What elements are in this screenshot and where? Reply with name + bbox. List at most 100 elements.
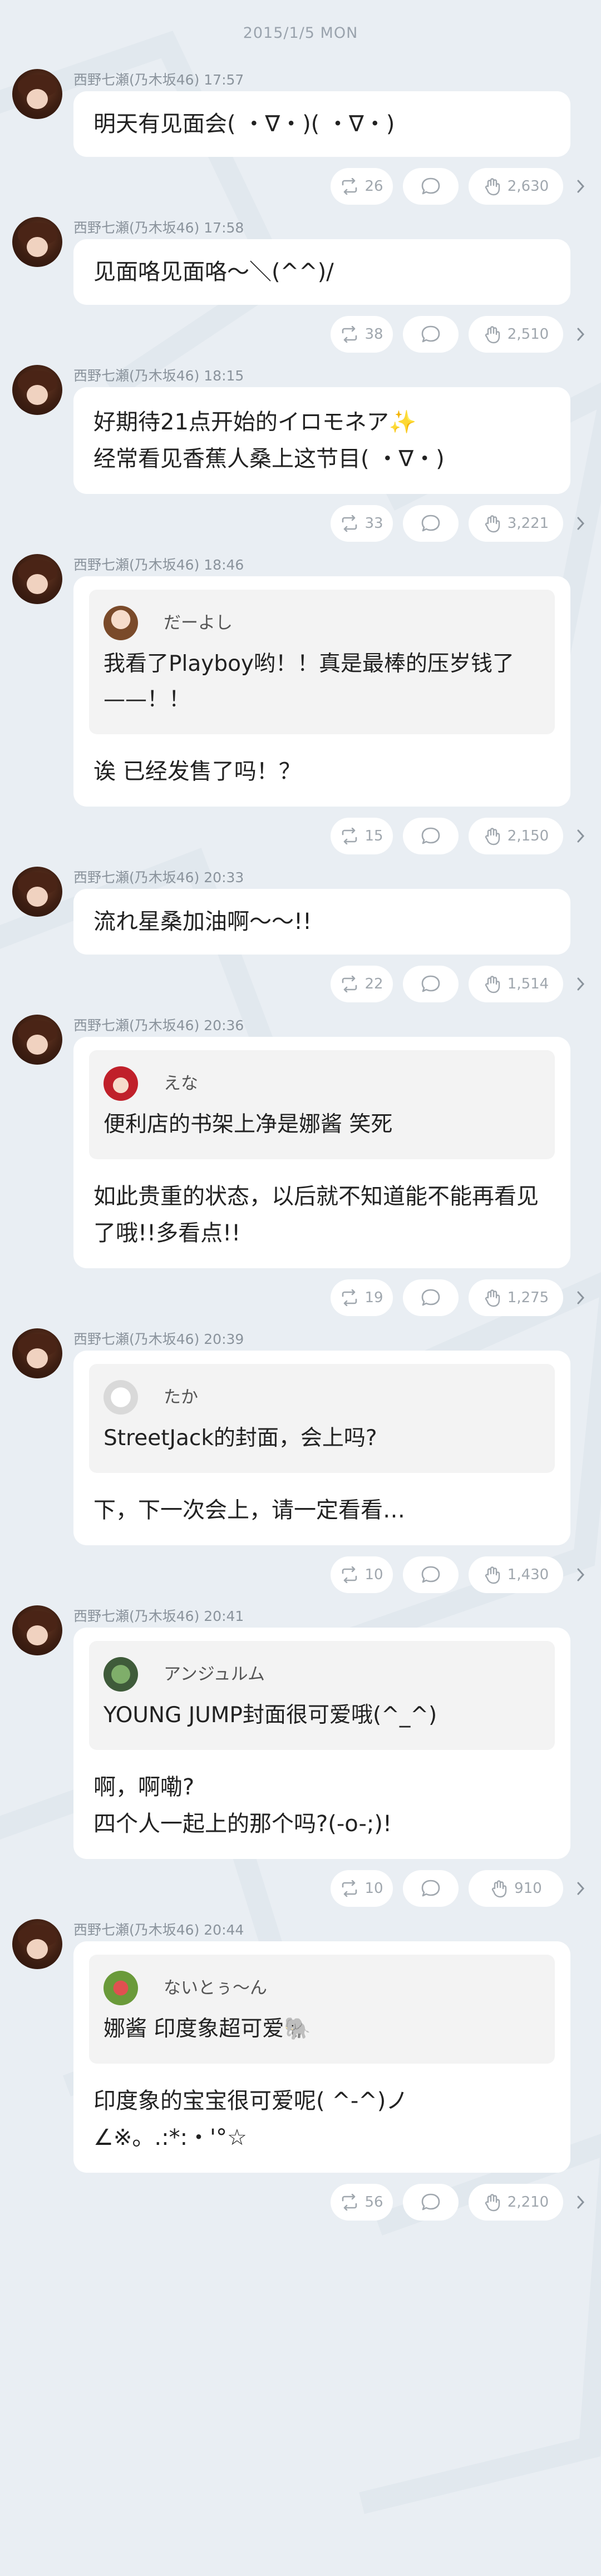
more-button[interactable] — [563, 505, 585, 542]
action-bar: 15 2,150 — [73, 817, 585, 856]
like-count: 2,510 — [507, 326, 549, 343]
chevron-right-icon — [577, 1882, 585, 1895]
retweet-count: 15 — [364, 828, 383, 844]
post-meta: 西野七瀬(乃木坂46) 20:33 — [73, 867, 601, 889]
retweet-button[interactable]: 33 — [331, 505, 393, 542]
quoted-tweet[interactable]: だーよし 我看了Playboy哟！！真是最棒的压岁钱了——！！ — [89, 590, 555, 734]
quoted-avatar — [104, 1657, 138, 1692]
like-button[interactable]: 1,514 — [469, 966, 563, 1002]
comment-button[interactable] — [403, 1279, 459, 1316]
post-meta: 西野七瀬(乃木坂46) 20:44 — [73, 1919, 601, 1941]
comment-button[interactable] — [403, 1556, 459, 1593]
post: 西野七瀬(乃木坂46) 20:39 たか StreetJack的封面，会上吗? … — [0, 1328, 601, 1594]
retweet-icon — [342, 1566, 357, 1583]
quoted-name: アンジュルム — [164, 1664, 265, 1684]
retweet-button[interactable]: 56 — [331, 2184, 393, 2221]
message-bubble: だーよし 我看了Playboy哟！！真是最棒的压岁钱了——！！ 诶 已经发售了吗… — [73, 576, 570, 807]
retweet-count: 33 — [364, 515, 383, 532]
comment-button[interactable] — [403, 316, 459, 353]
comment-button[interactable] — [403, 966, 459, 1002]
more-button[interactable] — [563, 966, 585, 1002]
clap-icon — [485, 1566, 500, 1584]
retweet-button[interactable]: 22 — [331, 966, 393, 1002]
retweet-button[interactable]: 26 — [331, 168, 393, 205]
more-button[interactable] — [563, 1556, 585, 1593]
avatar[interactable] — [12, 1015, 62, 1065]
retweet-button[interactable]: 10 — [331, 1556, 393, 1593]
quoted-name: ないとぅ〜ん — [164, 1978, 267, 1998]
like-button[interactable]: 2,510 — [469, 316, 563, 353]
like-button[interactable]: 1,275 — [469, 1279, 563, 1316]
action-bar: 10 1,430 — [73, 1555, 585, 1594]
avatar[interactable] — [12, 217, 62, 267]
author-name: 西野七瀬(乃木坂46) — [73, 72, 200, 88]
post: 西野七瀬(乃木坂46) 17:58 见面咯见面咯～＼(^^)/ 38 2,510 — [0, 217, 601, 354]
post-time: 20:36 — [204, 1017, 244, 1034]
chevron-right-icon — [577, 829, 585, 843]
author-name: 西野七瀬(乃木坂46) — [73, 1922, 200, 1938]
retweet-count: 26 — [364, 178, 383, 195]
action-bar: 38 2,510 — [73, 315, 585, 354]
retweet-button[interactable]: 10 — [331, 1870, 393, 1907]
comment-button[interactable] — [403, 505, 459, 542]
post: 西野七瀬(乃木坂46) 18:46 だーよし 我看了Playboy哟！！真是最棒… — [0, 554, 601, 856]
like-count: 1,514 — [507, 976, 549, 992]
retweet-icon — [342, 1289, 357, 1306]
date-header: 2015/1/5 MON — [243, 24, 358, 42]
like-button[interactable]: 2,630 — [469, 168, 563, 205]
quoted-tweet[interactable]: アンジュルム YOUNG JUMP封面很可爱哦(^_^) — [89, 1641, 555, 1750]
more-button[interactable] — [563, 818, 585, 854]
post: 西野七瀬(乃木坂46) 18:15 好期待21点开始的イロモネア✨ 经常看见香蕉… — [0, 365, 601, 543]
chevron-right-icon — [577, 180, 585, 193]
message-bubble: ないとぅ〜ん 娜酱 印度象超可爱🐘 印度象的宝宝很可爱呢( ^-^)ノ ∠※。.… — [73, 1941, 570, 2173]
more-button[interactable] — [563, 1870, 585, 1907]
more-button[interactable] — [563, 168, 585, 205]
author-name: 西野七瀬(乃木坂46) — [73, 869, 200, 886]
post: 西野七瀬(乃木坂46) 20:44 ないとぅ〜ん 娜酱 印度象超可爱🐘 印度象的… — [0, 1919, 601, 2222]
clap-icon — [485, 326, 500, 344]
quoted-tweet[interactable]: ないとぅ〜ん 娜酱 印度象超可爱🐘 — [89, 1955, 555, 2064]
avatar[interactable] — [12, 1919, 62, 1969]
message-bubble: 流れ星桑加油啊～～!! — [73, 889, 570, 955]
post-meta: 西野七瀬(乃木坂46) 18:15 — [73, 365, 601, 387]
quoted-text: YOUNG JUMP封面很可爱哦(^_^) — [104, 1703, 437, 1728]
action-bar: 56 2,210 — [73, 2183, 585, 2222]
quoted-avatar — [104, 1971, 138, 2005]
retweet-count: 10 — [364, 1566, 383, 1583]
post-meta: 西野七瀬(乃木坂46) 20:36 — [73, 1015, 601, 1037]
like-button[interactable]: 2,210 — [469, 2184, 563, 2221]
clap-icon — [485, 2194, 500, 2212]
comment-icon — [421, 1289, 440, 1306]
retweet-button[interactable]: 38 — [331, 316, 393, 353]
like-button[interactable]: 3,221 — [469, 505, 563, 542]
more-button[interactable] — [563, 316, 585, 353]
avatar[interactable] — [12, 69, 62, 119]
avatar[interactable] — [12, 1605, 62, 1655]
comment-icon — [421, 515, 440, 532]
author-name: 西野七瀬(乃木坂46) — [73, 1017, 200, 1034]
quoted-text: 便利店的书架上净是娜酱 笑死 — [104, 1112, 393, 1137]
more-button[interactable] — [563, 1279, 585, 1316]
avatar[interactable] — [12, 1328, 62, 1378]
retweet-button[interactable]: 19 — [331, 1279, 393, 1316]
like-button[interactable]: 2,150 — [469, 818, 563, 854]
comment-button[interactable] — [403, 168, 459, 205]
avatar[interactable] — [12, 867, 62, 917]
like-count: 1,275 — [507, 1289, 549, 1306]
retweet-icon — [342, 828, 357, 844]
retweet-button[interactable]: 15 — [331, 818, 393, 854]
quoted-tweet[interactable]: たか StreetJack的封面，会上吗? — [89, 1364, 555, 1473]
post-meta: 西野七瀬(乃木坂46) 17:57 — [73, 69, 601, 91]
comment-icon — [421, 1566, 440, 1583]
quoted-name: だーよし — [164, 613, 233, 633]
comment-button[interactable] — [403, 2184, 459, 2221]
more-button[interactable] — [563, 2184, 585, 2221]
quoted-tweet[interactable]: えな 便利店的书架上净是娜酱 笑死 — [89, 1050, 555, 1159]
comment-button[interactable] — [403, 818, 459, 854]
like-button[interactable]: 910 — [469, 1870, 563, 1907]
avatar[interactable] — [12, 365, 62, 415]
comment-button[interactable] — [403, 1870, 459, 1907]
retweet-count: 56 — [364, 2194, 383, 2211]
like-button[interactable]: 1,430 — [469, 1556, 563, 1593]
avatar[interactable] — [12, 554, 62, 604]
